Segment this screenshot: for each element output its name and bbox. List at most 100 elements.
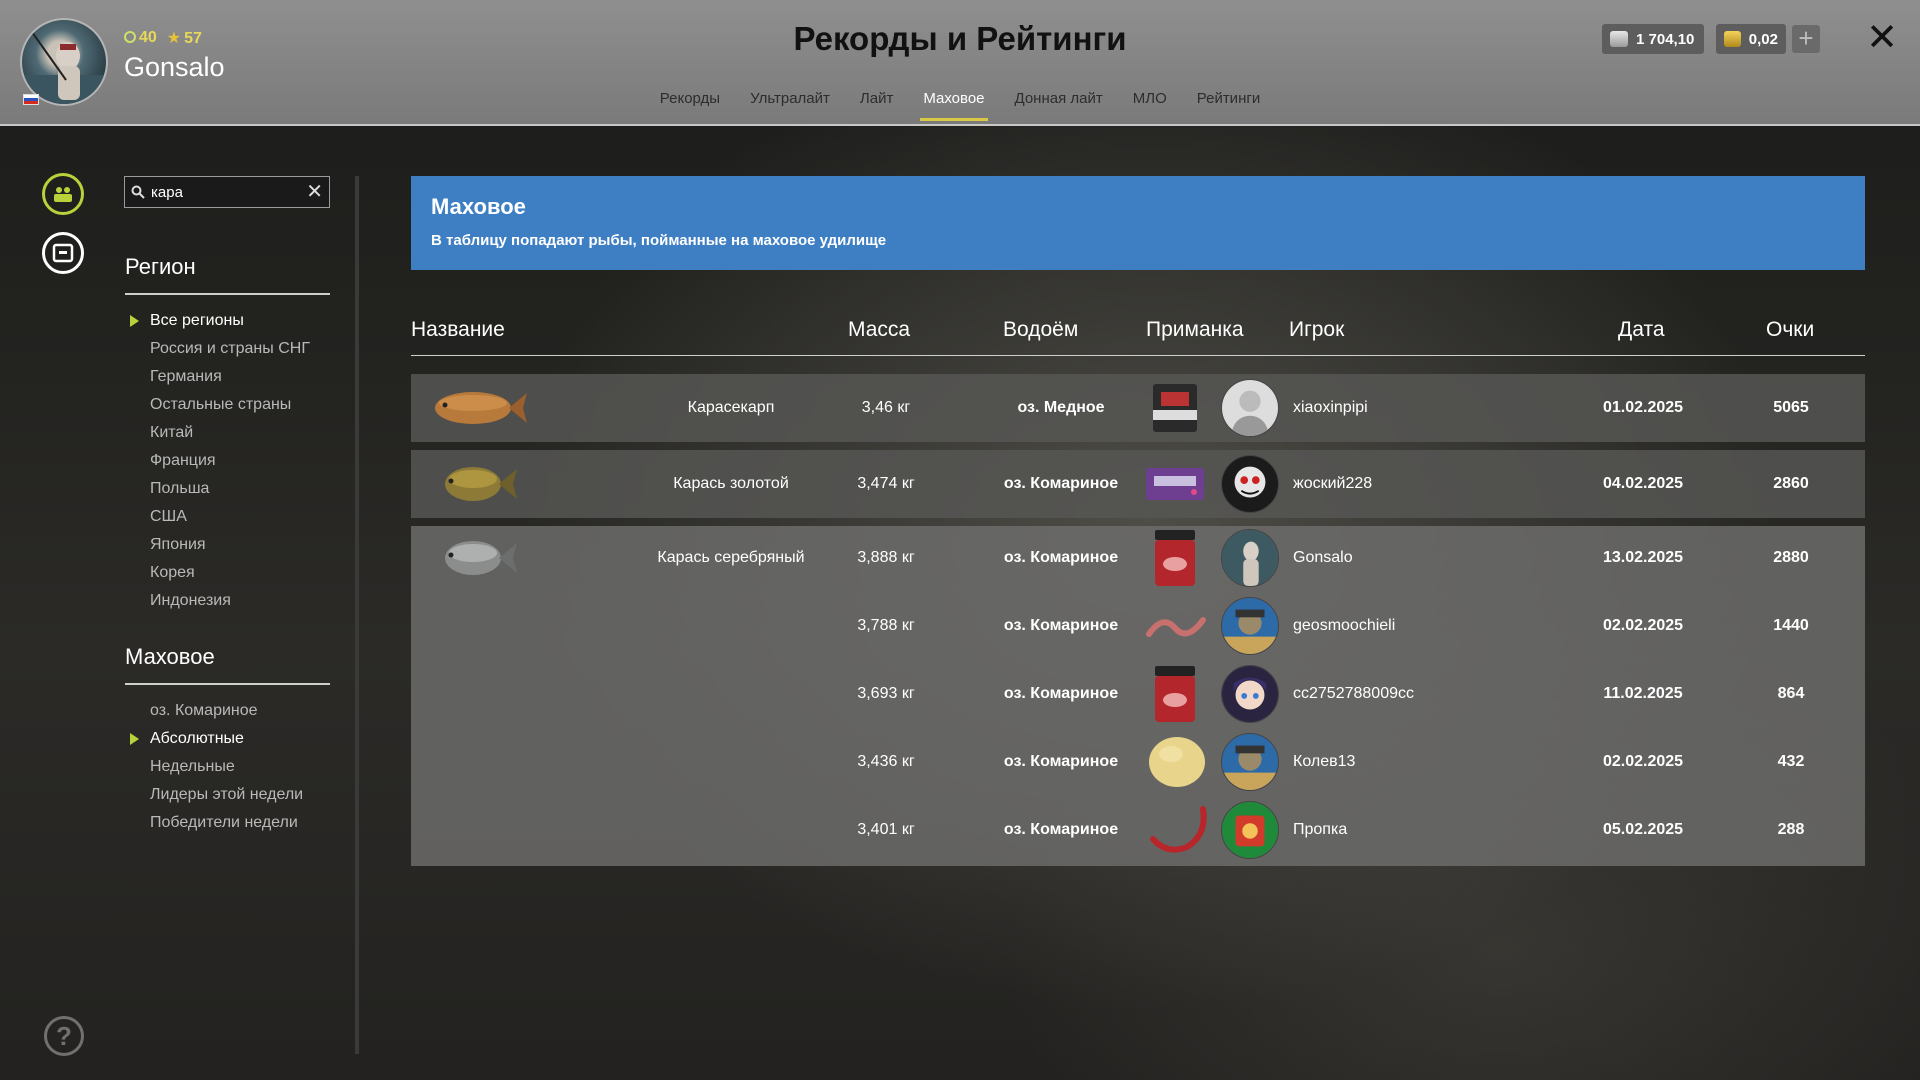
banner-title: Маховое <box>431 194 526 219</box>
water-name: оз. Комариное <box>1003 617 1119 634</box>
water-name: оз. Комариное <box>1003 475 1119 492</box>
fish-mass: 3,436 кг <box>857 753 915 770</box>
player-avatar-icon[interactable] <box>1221 733 1279 791</box>
tab-bar: Рекорды Ультралайт Лайт Маховое Донная л… <box>0 90 1920 124</box>
catch-date: 01.02.2025 <box>1602 399 1684 416</box>
region-item-indonesia[interactable]: Индонезия <box>150 587 310 615</box>
points: 288 <box>1777 821 1805 838</box>
table-row[interactable]: Карасекарп 3,46 кг оз. Медное xiaoxinpip… <box>411 374 1865 442</box>
col-bait: Приманка <box>1146 318 1244 341</box>
gold-balance: 0,02 <box>1716 24 1786 54</box>
community-icon[interactable] <box>42 173 84 215</box>
worm-bait-icon <box>1146 617 1206 637</box>
tab-ratings[interactable]: Рейтинги <box>1182 90 1275 124</box>
category-item-week-winners[interactable]: Победители недели <box>150 809 303 837</box>
tab-mlo[interactable]: МЛО <box>1118 90 1182 124</box>
tab-light[interactable]: Лайт <box>845 90 908 124</box>
region-item-france[interactable]: Франция <box>150 447 310 475</box>
catch-date: 13.02.2025 <box>1602 549 1684 566</box>
table-row-group[interactable]: Карась серебряный 3,888 кг оз. Комариное… <box>411 526 1865 866</box>
col-water: Водоём <box>1003 318 1079 341</box>
tab-bottom-light[interactable]: Донная лайт <box>1000 90 1118 124</box>
info-banner: Маховое В таблицу попадают рыбы, пойманн… <box>411 176 1865 270</box>
player-name[interactable]: Колев13 <box>1293 753 1355 771</box>
fish-mass: 3,788 кг <box>857 617 915 634</box>
col-player: Игрок <box>1289 318 1345 341</box>
player-name[interactable]: Gonsalo <box>1293 549 1353 567</box>
region-item-poland[interactable]: Польша <box>150 475 310 503</box>
search-icon <box>131 185 145 199</box>
top-bar: 40 ★ 57 Gonsalo Рекорды и Рейтинги Рекорд… <box>0 0 1920 126</box>
fish-name: Карась серебряный <box>657 549 805 566</box>
category-item-weekly[interactable]: Недельные <box>150 753 303 781</box>
category-list: оз. Комариное Абсолютные Недельные Лидер… <box>129 697 303 837</box>
fish-mass: 3,693 кг <box>857 685 915 702</box>
catch-date: 05.02.2025 <box>1602 821 1684 838</box>
red-worm-bait-icon <box>1150 806 1207 853</box>
category-item-lake[interactable]: оз. Комариное <box>150 697 303 725</box>
region-item-germany[interactable]: Германия <box>150 363 310 391</box>
carp-hybrid-fish-icon <box>435 392 527 424</box>
player-name[interactable]: Пропка <box>1293 821 1347 839</box>
region-item-korea[interactable]: Корея <box>150 559 310 587</box>
tab-records[interactable]: Рекорды <box>645 90 735 124</box>
silver-balance: 1 704,10 <box>1602 24 1704 54</box>
tab-ultralight[interactable]: Ультралайт <box>735 90 845 124</box>
region-item-china[interactable]: Китай <box>150 419 310 447</box>
divider <box>125 683 330 685</box>
player-avatar-icon[interactable] <box>1221 597 1279 655</box>
table-row[interactable]: Карась золотой 3,474 кг оз. Комариное жо… <box>411 450 1865 518</box>
banner-subtitle: В таблицу попадают рыбы, пойманные на ма… <box>431 232 887 249</box>
region-list: Все регионы Россия и страны СНГ Германия… <box>130 307 310 615</box>
clear-search-icon[interactable]: ✕ <box>306 182 323 202</box>
player-name[interactable]: жоский228 <box>1293 475 1372 493</box>
player-name[interactable]: xiaoxinpipi <box>1293 399 1368 417</box>
points: 864 <box>1777 685 1805 702</box>
purple-box-bait-icon <box>1146 468 1204 500</box>
search-box: ✕ <box>124 176 330 208</box>
panel-divider <box>355 176 359 1054</box>
silver-crucian-fish-icon <box>445 541 517 575</box>
region-item-russia[interactable]: Россия и страны СНГ <box>150 335 310 363</box>
water-name: оз. Комариное <box>1003 821 1119 838</box>
catch-date: 02.02.2025 <box>1602 617 1684 634</box>
silver-coin-icon <box>1610 31 1628 47</box>
fish-name: Карасекарп <box>687 399 775 416</box>
tab-float-rod[interactable]: Маховое <box>908 90 999 124</box>
help-icon[interactable]: ? <box>44 1016 84 1056</box>
player-avatar-icon[interactable] <box>1221 665 1279 723</box>
close-icon[interactable]: ✕ <box>1864 19 1900 57</box>
player-name[interactable]: geosmoochieli <box>1293 617 1395 635</box>
points: 2860 <box>1773 475 1809 492</box>
fish-mass: 3,888 кг <box>857 549 915 566</box>
col-name: Название <box>411 318 505 341</box>
red-jar-bait-icon <box>1155 666 1195 722</box>
fish-name: Карась золотой <box>673 475 789 492</box>
points: 432 <box>1777 753 1805 770</box>
gold-coin-icon <box>1724 31 1741 47</box>
player-avatar-icon[interactable] <box>1221 379 1279 437</box>
table-header: Название Масса Водоём Приманка Игрок Дат… <box>411 312 1865 356</box>
dough-ball-bait-icon <box>1149 737 1205 787</box>
points: 1440 <box>1773 617 1809 634</box>
region-item-usa[interactable]: США <box>150 503 310 531</box>
player-avatar-icon[interactable] <box>1221 801 1279 859</box>
col-date: Дата <box>1618 318 1665 341</box>
divider <box>125 293 330 295</box>
player-avatar-icon[interactable] <box>1221 455 1279 513</box>
region-item-other[interactable]: Остальные страны <box>150 391 310 419</box>
category-item-week-leaders[interactable]: Лидеры этой недели <box>150 781 303 809</box>
region-item-japan[interactable]: Япония <box>150 531 310 559</box>
search-input[interactable] <box>151 183 291 201</box>
player-avatar-icon[interactable] <box>1221 529 1279 587</box>
water-name: оз. Комариное <box>1003 549 1119 566</box>
points: 2880 <box>1773 549 1809 566</box>
groundbait-pack-icon <box>1153 384 1197 432</box>
category-item-absolute[interactable]: Абсолютные <box>129 725 303 753</box>
region-item-all[interactable]: Все регионы <box>130 307 310 335</box>
points: 5065 <box>1773 399 1809 416</box>
player-name[interactable]: cc2752788009cc <box>1293 685 1414 703</box>
add-currency-button[interactable]: + <box>1792 25 1820 53</box>
archive-icon[interactable] <box>42 232 84 274</box>
catch-date: 02.02.2025 <box>1602 753 1684 770</box>
